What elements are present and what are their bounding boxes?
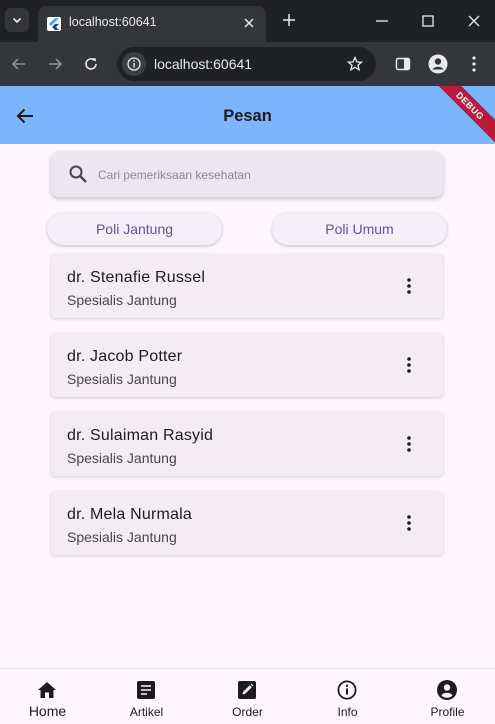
filter-poli-umum-button[interactable]: Poli Umum <box>272 213 447 245</box>
search-icon <box>69 165 87 183</box>
browser-back-icon[interactable] <box>7 52 31 76</box>
reload-icon[interactable] <box>79 52 103 76</box>
account-circle-icon <box>436 679 458 701</box>
app-bar: Pesan DEBUG <box>0 86 495 144</box>
browser-tab[interactable]: localhost:60641 <box>38 6 266 42</box>
home-icon <box>36 679 58 701</box>
search-bar[interactable] <box>51 151 443 197</box>
doctor-card[interactable]: dr. Sulaiman Rasyid Spesialis Jantung <box>51 412 443 476</box>
doctor-name: dr. Mela Nurmala <box>67 506 193 523</box>
page-title: Pesan <box>223 107 272 125</box>
article-icon <box>135 679 157 701</box>
bottom-navigation: Home Artikel Order Info Profile <box>0 668 495 724</box>
search-input[interactable] <box>98 165 428 185</box>
chevron-down-icon <box>12 17 22 24</box>
doctor-specialty: Spesialis Jantung <box>67 371 177 387</box>
nav-home[interactable]: Home <box>0 669 97 724</box>
site-info-icon[interactable] <box>122 52 146 76</box>
browser-toolbar: localhost:60641 <box>0 42 495 86</box>
more-vert-icon[interactable] <box>397 432 421 456</box>
profile-avatar-icon[interactable] <box>426 52 450 76</box>
new-tab-icon[interactable] <box>278 9 300 31</box>
nav-profile[interactable]: Profile <box>398 669 495 724</box>
info-icon <box>336 679 358 701</box>
close-window-icon[interactable] <box>463 10 485 32</box>
doctor-specialty: Spesialis Jantung <box>67 292 177 308</box>
edit-note-icon <box>236 679 258 701</box>
more-vert-icon[interactable] <box>397 511 421 535</box>
bookmark-star-icon[interactable] <box>345 54 365 74</box>
nav-label: Artikel <box>129 705 164 719</box>
close-tab-icon[interactable] <box>240 14 258 32</box>
nav-label: Home <box>28 703 67 719</box>
url-text: localhost:60641 <box>154 56 253 72</box>
doctor-name: dr. Stenafie Russel <box>67 269 206 286</box>
more-vert-icon[interactable] <box>397 274 421 298</box>
browser-forward-icon[interactable] <box>43 52 67 76</box>
browser-tab-strip: localhost:60641 <box>0 0 495 42</box>
doctor-card[interactable]: dr. Mela Nurmala Spesialis Jantung <box>51 491 443 555</box>
nav-label: Profile <box>430 705 465 719</box>
nav-artikel[interactable]: Artikel <box>97 669 196 724</box>
doctor-card[interactable]: dr. Stenafie Russel Spesialis Jantung <box>51 254 443 318</box>
doctor-name: dr. Sulaiman Rasyid <box>67 427 214 444</box>
doctor-card[interactable]: dr. Jacob Potter Spesialis Jantung <box>51 333 443 397</box>
maximize-icon[interactable] <box>417 10 439 32</box>
nav-label: Order <box>232 705 263 719</box>
flutter-favicon-icon <box>47 17 61 31</box>
tab-title: localhost:60641 <box>69 15 157 29</box>
minimize-icon[interactable] <box>371 10 393 32</box>
browser-menu-icon[interactable] <box>462 52 486 76</box>
nav-order[interactable]: Order <box>198 669 297 724</box>
tab-search-button[interactable] <box>5 8 29 32</box>
address-bar[interactable]: localhost:60641 <box>117 47 376 81</box>
doctor-specialty: Spesialis Jantung <box>67 529 177 545</box>
nav-label: Info <box>337 705 358 719</box>
doctor-name: dr. Jacob Potter <box>67 348 183 365</box>
doctor-specialty: Spesialis Jantung <box>67 450 177 466</box>
filter-poli-jantung-button[interactable]: Poli Jantung <box>47 213 222 245</box>
nav-info[interactable]: Info <box>298 669 397 724</box>
more-vert-icon[interactable] <box>397 353 421 377</box>
side-panel-icon[interactable] <box>391 52 415 76</box>
